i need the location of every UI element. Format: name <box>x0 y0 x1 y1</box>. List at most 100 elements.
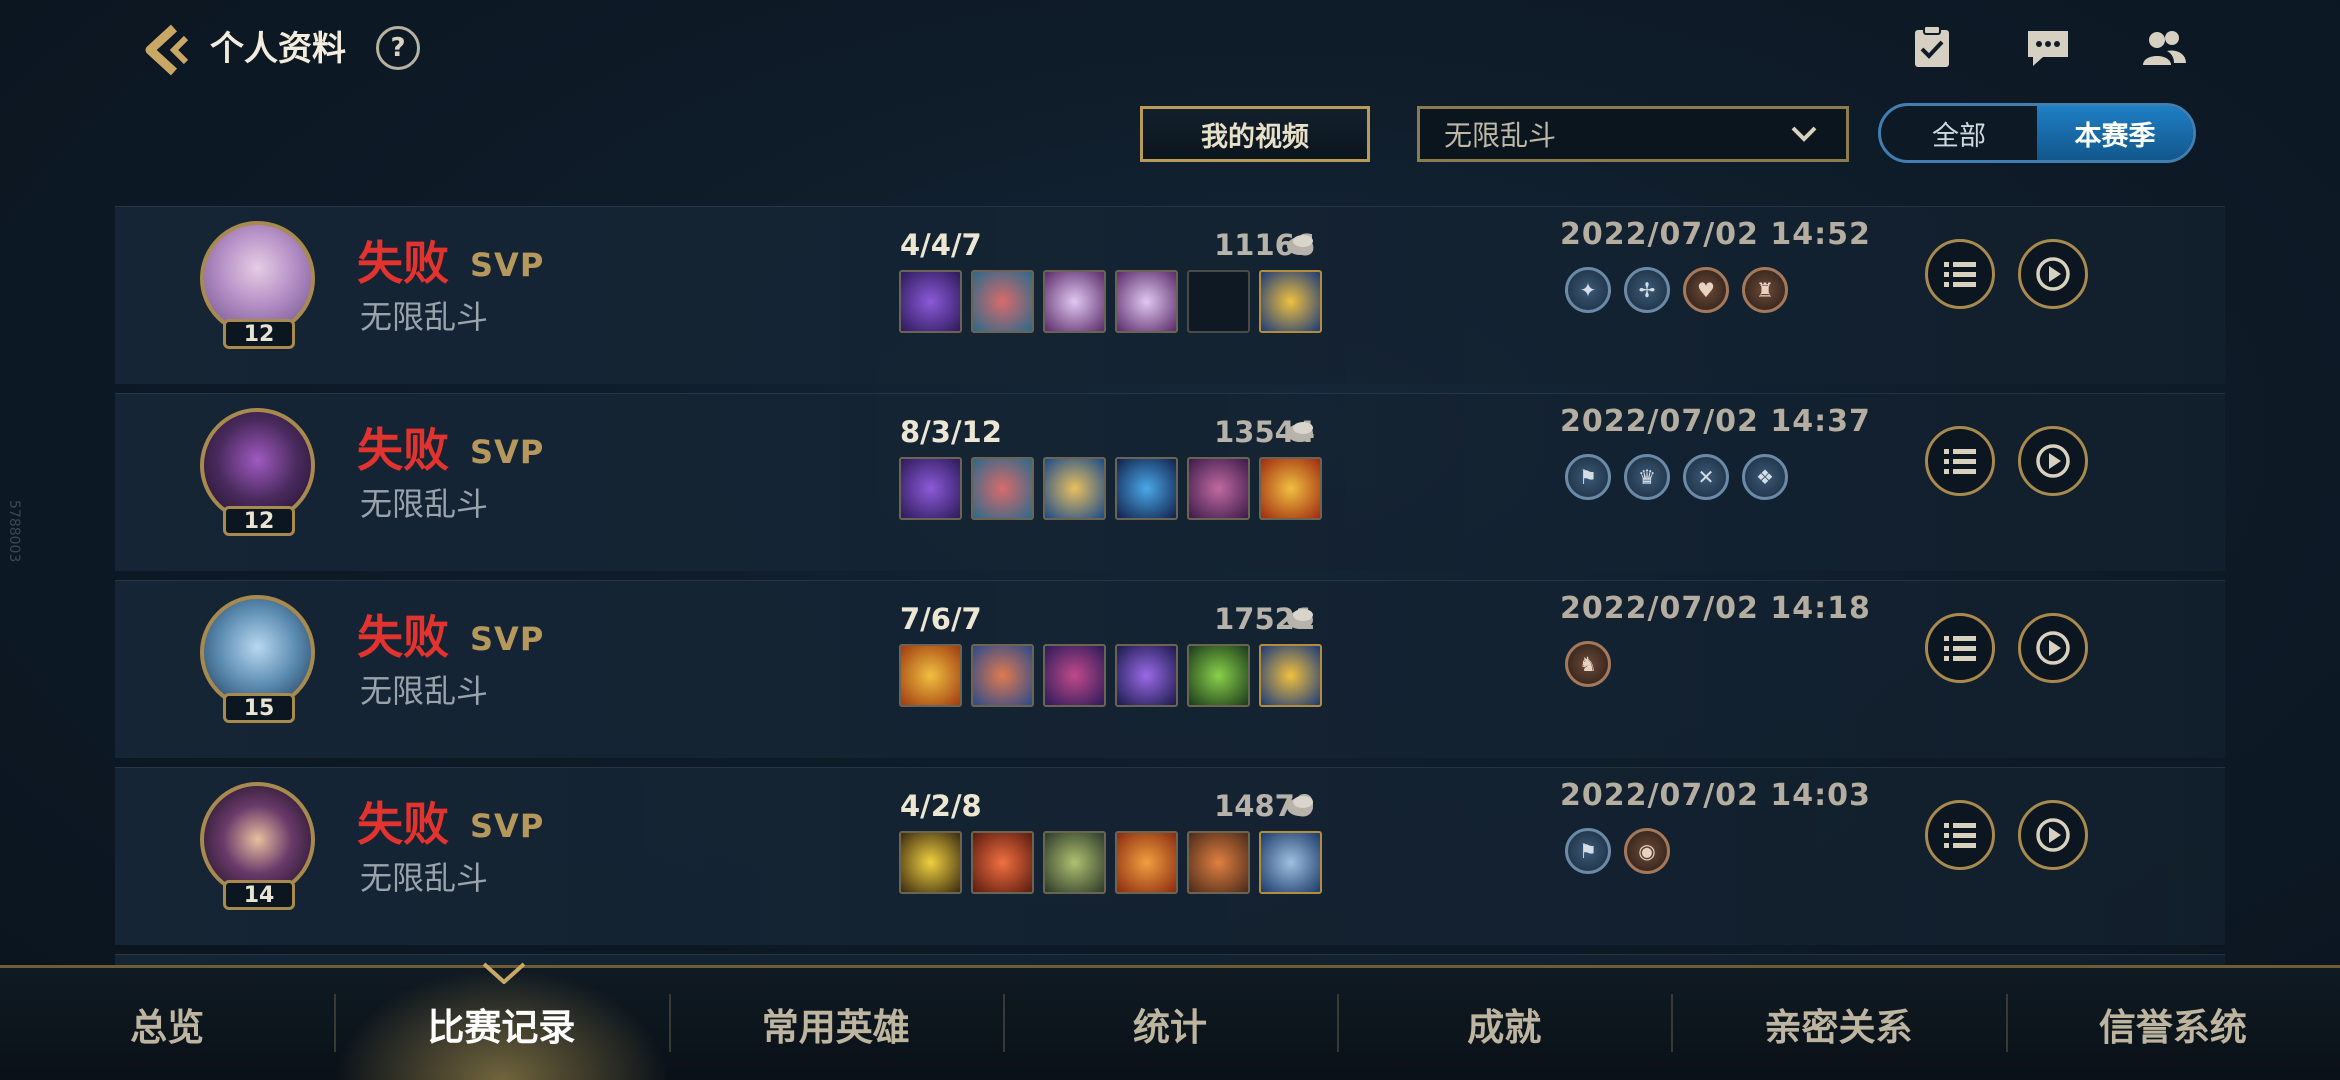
replay-button[interactable] <box>2018 426 2088 496</box>
mode-select[interactable]: 无限乱斗 <box>1417 106 1849 162</box>
match-details-button[interactable] <box>1925 426 1995 496</box>
svp-badge: SVP <box>470 246 545 284</box>
item-slot[interactable] <box>971 644 1034 707</box>
item-slot[interactable] <box>1187 644 1250 707</box>
chat-button[interactable] <box>2022 22 2074 74</box>
match-tags: ⚑ ♛ ✕ ❖ <box>1565 454 1788 500</box>
item-slot[interactable] <box>1259 457 1322 520</box>
item-slot[interactable] <box>1115 644 1178 707</box>
replay-button[interactable] <box>2018 239 2088 309</box>
achievement-tag-icon[interactable]: ⚑ <box>1565 828 1611 874</box>
tab-statistics[interactable]: 统计 <box>1002 968 1337 1080</box>
item-slots <box>899 270 1322 333</box>
item-slot[interactable] <box>971 831 1034 894</box>
replay-icon <box>2036 444 2070 478</box>
trinket-slot[interactable] <box>1259 644 1322 707</box>
side-watermark: 5788003 <box>6 500 22 563</box>
match-tags: ♞ <box>1565 641 1611 687</box>
item-slot[interactable] <box>1187 831 1250 894</box>
trinket-slot[interactable] <box>1259 831 1322 894</box>
champion-level: 12 <box>223 319 295 349</box>
champion-level: 14 <box>223 880 295 910</box>
item-slot[interactable] <box>1043 270 1106 333</box>
tab-favorite-champions[interactable]: 常用英雄 <box>668 968 1003 1080</box>
back-button[interactable] <box>138 20 198 80</box>
friends-icon <box>2143 31 2186 65</box>
achievement-tag-icon[interactable]: ✦ <box>1565 267 1611 313</box>
achievement-tag-icon[interactable]: ❖ <box>1742 454 1788 500</box>
match-row[interactable]: 14 失败 SVP 无限乱斗 4/2/8 14879 2022/07/02 14… <box>115 767 2225 945</box>
item-slot[interactable] <box>1187 457 1250 520</box>
season-toggle[interactable]: 全部 本赛季 <box>1878 103 2196 163</box>
champion-level: 12 <box>223 506 295 536</box>
achievement-tag-icon[interactable]: ✕ <box>1683 454 1729 500</box>
achievement-tag-icon[interactable]: ♥ <box>1683 267 1729 313</box>
gold-coin-icon <box>1287 796 1313 816</box>
item-slot[interactable] <box>1043 644 1106 707</box>
match-row[interactable]: 12 失败 SVP 无限乱斗 4/4/7 11166 2022/07/02 14… <box>115 206 2225 384</box>
trinket-slot[interactable] <box>1259 270 1322 333</box>
match-details-button[interactable] <box>1925 239 1995 309</box>
match-tags: ✦ ✢ ♥ ♜ <box>1565 267 1788 313</box>
gold-coin-icon <box>1287 422 1313 442</box>
tasks-button[interactable] <box>1906 22 1958 74</box>
svp-badge: SVP <box>470 433 545 471</box>
achievement-tag-icon[interactable]: ⚑ <box>1565 454 1611 500</box>
match-result: 失败 <box>357 610 449 664</box>
item-slots <box>899 457 1322 520</box>
match-mode: 无限乱斗 <box>360 672 489 710</box>
item-slot[interactable] <box>899 831 962 894</box>
item-slot[interactable] <box>1115 457 1178 520</box>
item-slot[interactable] <box>971 457 1034 520</box>
kda: 7/6/7 <box>900 602 982 636</box>
match-datetime: 2022/07/02 14:37 <box>1560 404 1871 439</box>
item-slot[interactable] <box>1043 457 1106 520</box>
chevron-down-icon <box>1791 126 1817 142</box>
achievement-tag-icon[interactable]: ✢ <box>1624 267 1670 313</box>
item-slot[interactable] <box>1043 831 1106 894</box>
checklist-icon <box>1915 25 1949 67</box>
match-result: 失败 <box>357 797 449 851</box>
tab-match-history[interactable]: 比赛记录 <box>334 968 669 1080</box>
champion-level: 15 <box>223 693 295 723</box>
achievement-tag-icon[interactable]: ♞ <box>1565 641 1611 687</box>
replay-icon <box>2036 257 2070 291</box>
replay-button[interactable] <box>2018 613 2088 683</box>
svp-badge: SVP <box>470 807 545 845</box>
achievement-tag-icon[interactable]: ◉ <box>1624 828 1670 874</box>
active-tab-pointer-icon <box>482 962 526 984</box>
item-slot[interactable] <box>899 457 962 520</box>
achievement-tag-icon[interactable]: ♜ <box>1742 267 1788 313</box>
item-slot[interactable] <box>899 270 962 333</box>
match-mode: 无限乱斗 <box>360 298 489 336</box>
achievement-tag-icon[interactable]: ♛ <box>1624 454 1670 500</box>
my-videos-button[interactable]: 我的视频 <box>1140 106 1370 162</box>
season-option-current[interactable]: 本赛季 <box>2037 106 2193 160</box>
replay-button[interactable] <box>2018 800 2088 870</box>
tab-honor-system[interactable]: 信誉系统 <box>2005 968 2340 1080</box>
season-option-all[interactable]: 全部 <box>1881 106 2037 160</box>
tab-relationships[interactable]: 亲密关系 <box>1671 968 2005 1080</box>
page-title: 个人资料 <box>210 29 346 69</box>
kda: 8/3/12 <box>900 415 1002 449</box>
match-row[interactable]: 15 失败 SVP 无限乱斗 7/6/7 17521 2022/07/02 14… <box>115 580 2225 758</box>
match-datetime: 2022/07/02 14:18 <box>1560 591 1871 626</box>
item-slot[interactable] <box>971 270 1034 333</box>
item-slot[interactable] <box>1115 831 1178 894</box>
item-slot[interactable] <box>899 644 962 707</box>
tab-achievements[interactable]: 成就 <box>1337 968 1671 1080</box>
tab-overview[interactable]: 总览 <box>0 968 334 1080</box>
match-details-button[interactable] <box>1925 613 1995 683</box>
match-datetime: 2022/07/02 14:03 <box>1560 778 1871 813</box>
match-result: 失败 <box>357 423 449 477</box>
match-row[interactable]: 12 失败 SVP 无限乱斗 8/3/12 13544 2022/07/02 1… <box>115 393 2225 571</box>
item-slot[interactable] <box>1115 270 1178 333</box>
friends-button[interactable] <box>2138 22 2190 74</box>
match-details-button[interactable] <box>1925 800 1995 870</box>
item-slot-empty[interactable] <box>1187 270 1250 333</box>
match-result: 失败 <box>357 236 449 290</box>
back-chevron-icon <box>145 24 189 76</box>
gold-coin-icon <box>1287 609 1313 629</box>
help-button[interactable]: ? <box>376 26 420 70</box>
item-slots <box>899 831 1322 894</box>
